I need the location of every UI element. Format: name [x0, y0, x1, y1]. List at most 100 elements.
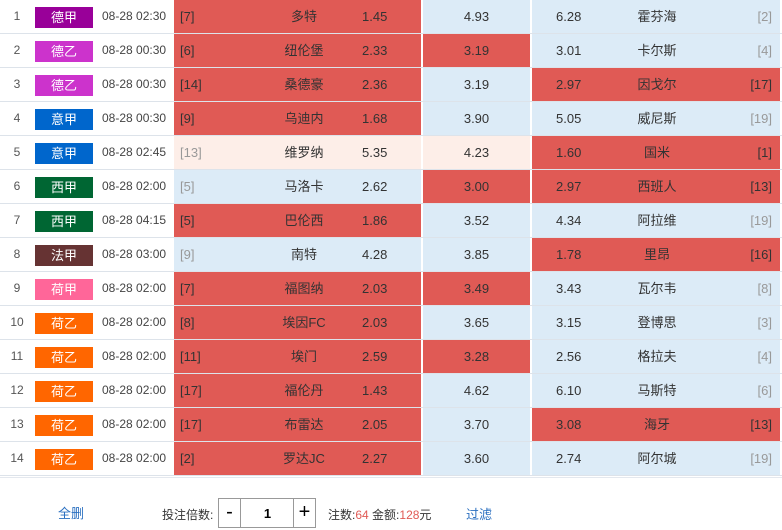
home-odd: 2.03	[362, 315, 388, 330]
draw-option[interactable]: 4.93	[423, 0, 531, 33]
home-odd: 5.35	[362, 145, 388, 160]
away-win-option[interactable]: 2.97 因戈尔 [17]	[532, 68, 780, 101]
league-badge: 西甲	[35, 177, 93, 198]
home-rank: [8]	[180, 315, 195, 330]
home-win-option[interactable]: [7] 多特 1.45	[174, 0, 422, 33]
away-win-option[interactable]: 1.78 里昂 [16]	[532, 238, 780, 271]
home-win-option[interactable]: [13] 维罗纳 5.35	[174, 136, 422, 169]
draw-option[interactable]: 3.60	[423, 442, 531, 475]
draw-option[interactable]: 3.65	[423, 306, 531, 339]
away-rank: [19]	[750, 451, 772, 466]
draw-option[interactable]: 3.90	[423, 102, 531, 135]
home-win-option[interactable]: [17] 布雷达 2.05	[174, 408, 422, 441]
home-win-option[interactable]: [17] 福伦丹 1.43	[174, 374, 422, 407]
home-win-option[interactable]: [9] 乌迪内 1.68	[174, 102, 422, 135]
home-win-option[interactable]: [14] 桑德豪 2.36	[174, 68, 422, 101]
away-rank: [19]	[750, 213, 772, 228]
match-row: 11 荷乙 08-28 02:00 [11] 埃门 2.59 3.28 2.56 格拉夫 [4]	[0, 340, 782, 374]
draw-odd: 4.62	[463, 383, 490, 398]
draw-option[interactable]: 3.00	[423, 170, 531, 203]
away-team: 瓦尔韦	[637, 281, 677, 296]
match-row: 9 荷甲 08-28 02:00 [7] 福图纳 2.03 3.49 3.43 瓦尔韦 [8]	[0, 272, 782, 306]
home-win-option[interactable]: [8] 埃因FC 2.03	[174, 306, 422, 339]
match-row: 12 荷乙 08-28 02:00 [17] 福伦丹 1.43 4.62 6.10 马斯特 [6]	[0, 374, 782, 408]
row-index: 6	[13, 179, 21, 193]
home-team: 桑德豪	[284, 77, 324, 92]
away-win-option[interactable]: 3.43 瓦尔韦 [8]	[532, 272, 780, 305]
league-badge: 西甲	[35, 211, 93, 232]
away-win-option[interactable]: 1.60 国米 [1]	[532, 136, 780, 169]
row-index: 7	[13, 213, 21, 227]
away-win-option[interactable]: 6.28 霍芬海 [2]	[532, 0, 780, 33]
away-win-option[interactable]: 5.05 威尼斯 [19]	[532, 102, 780, 135]
multiplier-input[interactable]	[242, 499, 293, 527]
home-rank: [13]	[180, 145, 202, 160]
filter-link[interactable]: 过滤	[466, 504, 492, 523]
away-odd: 2.97	[556, 179, 582, 194]
home-team: 埃因FC	[282, 315, 326, 330]
home-rank: [9]	[180, 111, 195, 126]
home-win-option[interactable]: [5] 马洛卡 2.62	[174, 170, 422, 203]
draw-option[interactable]: 3.28	[423, 340, 531, 373]
away-team: 格拉夫	[637, 349, 677, 364]
away-odd: 3.15	[556, 315, 582, 330]
away-odd: 3.08	[556, 417, 582, 432]
match-time: 08-28 02:00	[102, 451, 167, 465]
home-odd: 4.28	[362, 247, 388, 262]
home-win-option[interactable]: [5] 巴伦西 1.86	[174, 204, 422, 237]
draw-option[interactable]: 3.85	[423, 238, 531, 271]
match-row: 10 荷乙 08-28 02:00 [8] 埃因FC 2.03 3.65 3.15 登博思 [3]	[0, 306, 782, 340]
clear-all-link[interactable]: 全删	[58, 503, 84, 522]
away-win-option[interactable]: 3.15 登博思 [3]	[532, 306, 780, 339]
draw-option[interactable]: 3.70	[423, 408, 531, 441]
away-team: 霍芬海	[637, 9, 677, 24]
away-odd: 3.01	[556, 43, 582, 58]
home-odd: 2.62	[362, 179, 388, 194]
home-rank: [2]	[180, 451, 195, 466]
draw-option[interactable]: 4.23	[423, 136, 531, 169]
away-win-option[interactable]: 3.08 海牙 [13]	[532, 408, 780, 441]
amount-label: 金额:	[372, 508, 400, 522]
away-win-option[interactable]: 3.01 卡尔斯 [4]	[532, 34, 780, 67]
minus-button[interactable]: -	[219, 499, 241, 527]
away-team: 西班人	[637, 179, 677, 194]
draw-option[interactable]: 3.49	[423, 272, 531, 305]
home-win-option[interactable]: [9] 南特 4.28	[174, 238, 422, 271]
plus-button[interactable]: +	[293, 499, 315, 527]
bet-footer: 全删 投注倍数: - + 注数:64 金额:128元 过滤	[0, 477, 782, 530]
draw-option[interactable]: 3.19	[423, 34, 531, 67]
home-win-option[interactable]: [6] 纽伦堡 2.33	[174, 34, 422, 67]
away-win-option[interactable]: 6.10 马斯特 [6]	[532, 374, 780, 407]
match-time: 08-28 02:00	[102, 349, 167, 363]
away-win-option[interactable]: 4.34 阿拉维 [19]	[532, 204, 780, 237]
draw-odd: 3.00	[463, 179, 490, 194]
home-team: 福伦丹	[284, 383, 324, 398]
amount-value: 128	[399, 508, 420, 522]
match-time: 08-28 04:15	[102, 213, 167, 227]
row-index: 5	[13, 145, 21, 159]
row-index: 3	[13, 77, 21, 91]
away-win-option[interactable]: 2.97 西班人 [13]	[532, 170, 780, 203]
away-odd: 5.05	[556, 111, 582, 126]
notes-label: 注数:	[328, 508, 356, 522]
home-win-option[interactable]: [11] 埃门 2.59	[174, 340, 422, 373]
away-team: 海牙	[643, 417, 670, 432]
match-time: 08-28 03:00	[102, 247, 167, 261]
match-row: 3 德乙 08-28 00:30 [14] 桑德豪 2.36 3.19 2.97 因戈尔 [17]	[0, 68, 782, 102]
draw-option[interactable]: 3.19	[423, 68, 531, 101]
draw-option[interactable]: 3.52	[423, 204, 531, 237]
draw-odd: 3.19	[463, 77, 490, 92]
draw-option[interactable]: 4.62	[423, 374, 531, 407]
home-win-option[interactable]: [2] 罗达JC 2.27	[174, 442, 422, 475]
home-team: 多特	[290, 9, 317, 24]
away-win-option[interactable]: 2.56 格拉夫 [4]	[532, 340, 780, 373]
home-team: 维罗纳	[284, 145, 324, 160]
row-index: 11	[10, 349, 24, 363]
away-team: 马斯特	[637, 383, 677, 398]
home-rank: [9]	[180, 247, 195, 262]
match-row: 1 德甲 08-28 02:30 [7] 多特 1.45 4.93 6.28 霍芬海 [2]	[0, 0, 782, 34]
away-win-option[interactable]: 2.74 阿尔城 [19]	[532, 442, 780, 475]
match-time: 08-28 00:30	[102, 77, 167, 91]
multiplier-stepper: - +	[218, 498, 316, 528]
home-win-option[interactable]: [7] 福图纳 2.03	[174, 272, 422, 305]
